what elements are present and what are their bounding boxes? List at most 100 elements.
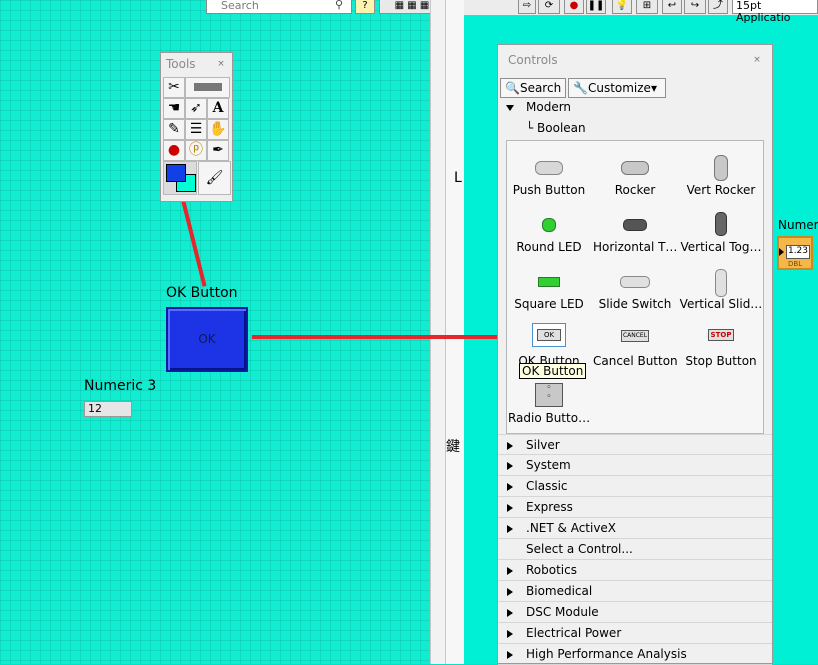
stop-icon: ● [569,0,579,11]
pause-icon: ❚❚ [587,0,605,11]
diagram-fragment-key: 鍵 [446,439,460,455]
palette-item-vertical-toggle[interactable]: Vertical Tog… [679,208,763,262]
square-led-icon [507,269,591,293]
probe-icon: ⓟ [189,142,203,158]
rocker-icon [593,155,677,179]
expand-right-icon [507,504,513,512]
font-select[interactable]: 15pt Applicatio [732,0,818,24]
retain-wire-icon: ⊞ [642,0,652,11]
step-over-icon: ↪ [690,0,700,11]
auto-tool-icon: ✂ [168,79,180,95]
abort-button[interactable]: ● [564,0,584,14]
probe-tool-button[interactable]: ⓟ [185,140,207,161]
tree-modern[interactable]: Modern [498,97,772,118]
palette-item-rocker[interactable]: Rocker [593,151,677,205]
palette-item-push-button[interactable]: Push Button [507,151,591,205]
indicator-bar-icon [193,83,222,91]
tree-branch-icon: └ [526,121,538,135]
tree-category[interactable]: Electrical Power [498,623,772,644]
tree-category[interactable]: .NET & ActiveX [498,518,772,539]
horizontal-toggle-icon [593,212,677,236]
palette-item-round-led[interactable]: Round LED [507,208,591,262]
search-icon: 🔍 [505,81,520,95]
ok-button-label: OK Button [166,285,238,301]
color-copy-tool-button[interactable]: ✒ [207,140,229,161]
retain-wire-button[interactable]: ⊞ [636,0,658,14]
numeric-terminal[interactable]: 1.23 DBL [777,236,813,270]
palette-item-horizontal-toggle[interactable]: Horizontal T… [593,208,677,262]
tree-category[interactable]: Classic [498,476,772,497]
position-tool-button[interactable]: ➶ [185,98,207,119]
step-into-icon: ↩ [667,0,677,11]
tree-category[interactable]: Silver [498,434,772,455]
grab-hand-icon: ✋ [209,121,227,137]
palette-item-square-led[interactable]: Square LED [507,265,591,319]
ok-button-control[interactable]: OK [166,307,248,372]
tree-category[interactable]: System [498,455,772,476]
tree-category[interactable]: High Performance Analysis [498,644,772,665]
numeric-field[interactable]: 12 [84,401,132,417]
text-tool-button[interactable]: A [207,98,229,119]
operate-tool-button[interactable]: ☚ [163,98,185,119]
wiring-tool-button[interactable]: ✎ [163,119,185,140]
expand-right-icon [507,442,513,450]
palette-item-vert-rocker[interactable]: Vert Rocker [679,151,763,205]
color-tool-swatch[interactable] [163,161,197,195]
pause-button[interactable]: ❚❚ [586,0,606,14]
ok-button-icon: OK [507,323,591,350]
expand-right-icon [507,588,513,596]
auto-tool-button[interactable]: ✂ [163,77,185,98]
lightbulb-icon: 💡 [615,0,629,11]
spool-icon: ✎ [168,121,180,137]
foreground-color-swatch [166,164,186,182]
expand-right-icon [507,651,513,659]
diagram-fragment-l: L [454,170,462,186]
window-divider [430,0,446,664]
palette-search-button[interactable]: 🔍Search [500,78,566,98]
terminal-value: 1.23 [786,245,810,259]
breakpoint-tool-button[interactable]: ● [163,140,185,161]
expand-right-icon [507,483,513,491]
auto-tool-indicator[interactable] [185,77,230,98]
controls-palette[interactable]: Controls × 🔍Search 🔧Customize▾ Modern └ … [497,44,773,665]
help-button[interactable]: ? [355,0,375,14]
tree-category[interactable]: Biomedical [498,581,772,602]
tree-category[interactable]: Express [498,497,772,518]
step-into-button[interactable]: ↩ [662,0,682,14]
tools-palette[interactable]: Tools × ✂ ☚ ➶ A ✎ ☰ ✋ ● ⓟ ✒ 🖌 [160,52,233,202]
expand-right-icon [507,630,513,638]
controls-close-button[interactable]: × [750,55,764,67]
tree-select-control[interactable]: Select a Control... [498,539,772,560]
expand-down-icon [506,105,514,111]
expand-right-icon [507,462,513,470]
tree-boolean[interactable]: └ Boolean [498,118,772,139]
step-over-button[interactable]: ↪ [684,0,706,14]
diagram-numeric-label: Numeri [778,218,818,232]
menu-pointer-icon: ☰ [189,121,203,137]
text-a-icon: A [212,100,224,116]
slide-switch-icon [593,269,677,293]
palette-item-stop-button[interactable]: STOP Stop Button [679,322,763,376]
question-icon: ? [362,0,368,11]
tree-category[interactable]: DSC Module [498,602,772,623]
vert-rocker-icon [679,155,763,181]
palette-customize-button[interactable]: 🔧Customize▾ [568,78,666,98]
shortcut-menu-tool-button[interactable]: ☰ [185,119,207,140]
search-input[interactable]: Search ⚲ [206,0,352,14]
controls-title: Controls [508,53,558,67]
vertical-slide-icon [679,269,763,297]
step-out-button[interactable]: ⤴ [708,0,728,14]
radio-buttons-icon: ◦ ◦ [507,383,591,407]
run-arrow-button[interactable]: ⇨ [518,0,536,14]
scroll-tool-button[interactable]: ✋ [207,119,229,140]
palette-item-cancel-button[interactable]: CANCEL Cancel Button [593,322,677,376]
run-continuous-button[interactable]: ⟳ [538,0,560,14]
highlight-button[interactable]: 💡 [612,0,632,14]
tree-category[interactable]: Robotics [498,560,772,581]
palette-item-radio-buttons[interactable]: ◦ ◦ Radio Butto… [507,379,591,433]
palette-item-vertical-slide[interactable]: Vertical Slid… [679,265,763,319]
ok-button-tooltip: OK Button [519,363,587,379]
tools-close-button[interactable]: × [214,59,228,71]
coloring-tool-button[interactable]: 🖌 [198,161,231,195]
palette-item-slide-switch[interactable]: Slide Switch [593,265,677,319]
